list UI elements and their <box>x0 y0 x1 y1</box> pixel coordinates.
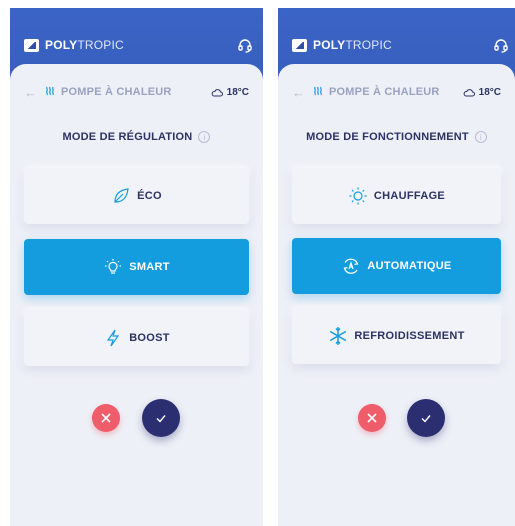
sub-header: ← POMPE À CHALEUR 18°C <box>292 84 501 100</box>
brand-logo: POLYTROPIC <box>24 38 124 52</box>
option-smart[interactable]: SMART <box>24 239 249 295</box>
cancel-button[interactable] <box>358 404 386 432</box>
check-icon <box>421 415 431 423</box>
action-bar <box>278 398 515 438</box>
snowflake-icon <box>330 327 347 345</box>
heat-waves-icon <box>46 86 54 96</box>
option-automatique[interactable]: AUTOMATIQUE <box>292 238 501 294</box>
cloud-icon <box>463 88 475 96</box>
screen-operation: POLYTROPIC ← POMPE À CHALEUR 18°C MODE D… <box>278 8 515 526</box>
back-arrow-icon[interactable]: ← <box>24 85 42 100</box>
mode-title: MODE DE RÉGULATION i <box>10 131 263 143</box>
device-title: POMPE À CHALEUR <box>329 86 440 98</box>
lightbulb-icon <box>105 259 122 274</box>
check-icon <box>156 415 166 423</box>
option-eco[interactable]: ÉCO <box>24 168 249 224</box>
logo-mark-icon <box>292 38 307 52</box>
top-bar: POLYTROPIC <box>10 8 263 68</box>
option-refroidissement[interactable]: REFROIDISSEMENT <box>292 308 501 364</box>
option-label: ÉCO <box>137 190 162 202</box>
option-label: REFROIDISSEMENT <box>354 330 465 342</box>
option-label: SMART <box>129 261 170 273</box>
leaf-icon <box>114 188 129 203</box>
action-bar <box>10 398 263 438</box>
lightning-icon <box>107 329 120 347</box>
info-icon[interactable]: i <box>198 131 211 143</box>
temperature: 18°C <box>478 86 501 98</box>
headset-icon[interactable] <box>493 37 509 53</box>
brand-name: POLYTROPIC <box>45 38 124 52</box>
back-arrow-icon[interactable]: ← <box>292 85 310 100</box>
mode-title: MODE DE FONCTIONNEMENT i <box>278 131 515 143</box>
confirm-button[interactable] <box>142 399 180 437</box>
content-sheet: ← POMPE À CHALEUR 18°C MODE DE RÉGULATIO… <box>10 64 263 526</box>
confirm-button[interactable] <box>407 399 445 437</box>
headset-icon[interactable] <box>237 37 253 53</box>
option-chauffage[interactable]: CHAUFFAGE <box>292 168 501 224</box>
brand-logo: POLYTROPIC <box>292 38 392 52</box>
option-label: CHAUFFAGE <box>373 190 446 202</box>
close-icon <box>367 413 377 423</box>
weather-indicator: 18°C <box>463 87 501 98</box>
info-icon[interactable]: i <box>474 131 487 143</box>
screen-regulation: POLYTROPIC ← POMPE À CHALEUR 18°C MODE D… <box>10 8 263 526</box>
top-bar: POLYTROPIC <box>278 8 515 68</box>
option-label: AUTOMATIQUE <box>367 260 452 272</box>
option-boost[interactable]: BOOST <box>24 310 249 366</box>
temperature: 18°C <box>226 86 249 98</box>
close-icon <box>101 413 111 423</box>
sub-header: ← POMPE À CHALEUR 18°C <box>24 84 249 100</box>
cloud-icon <box>211 88 223 96</box>
content-sheet: ← POMPE À CHALEUR 18°C MODE DE FONCTIONN… <box>278 64 515 526</box>
device-title: POMPE À CHALEUR <box>61 86 172 98</box>
option-label: BOOST <box>129 332 170 344</box>
sun-icon <box>349 187 367 205</box>
auto-icon <box>343 258 359 274</box>
weather-indicator: 18°C <box>211 87 249 98</box>
heat-waves-icon <box>314 86 322 96</box>
cancel-button[interactable] <box>92 404 120 432</box>
brand-name: POLYTROPIC <box>313 38 392 52</box>
logo-mark-icon <box>24 38 39 52</box>
